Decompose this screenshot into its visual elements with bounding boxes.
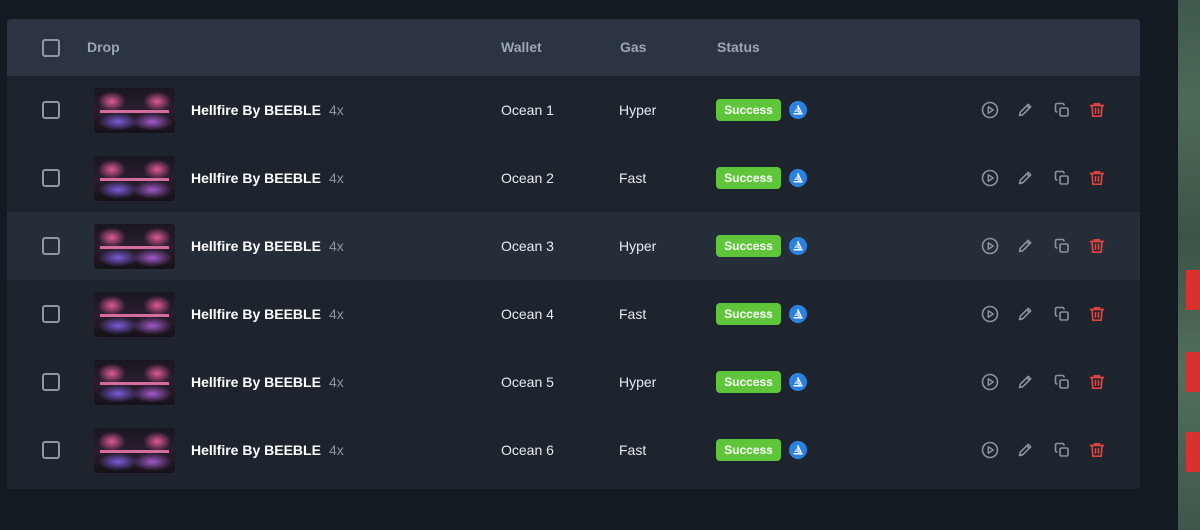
background-strip <box>1178 0 1200 530</box>
status-badge: Success <box>716 99 781 121</box>
wallet-name: Ocean 6 <box>501 442 554 458</box>
copy-icon[interactable] <box>1052 440 1072 460</box>
drop-name: Hellfire By BEEBLE <box>191 238 321 254</box>
gas-mode: Fast <box>619 306 647 322</box>
table-row: Hellfire By BEEBLE 4x Ocean 1 Hyper Succ… <box>7 76 1140 144</box>
table-row: Hellfire By BEEBLE 4x Ocean 3 Hyper Succ… <box>7 212 1140 280</box>
table-row: Hellfire By BEEBLE 4x Ocean 5 Hyper Succ… <box>7 348 1140 416</box>
drop-name: Hellfire By BEEBLE <box>191 102 321 118</box>
row-checkbox[interactable] <box>42 441 60 459</box>
pencil-icon[interactable] <box>1015 236 1035 256</box>
play-icon[interactable] <box>980 372 1000 392</box>
drop-quantity: 4x <box>329 238 344 254</box>
table-body: Hellfire By BEEBLE 4x Ocean 1 Hyper Succ… <box>7 76 1140 484</box>
table-header: Drop Wallet Gas Status <box>7 19 1140 76</box>
copy-icon[interactable] <box>1052 372 1072 392</box>
play-icon[interactable] <box>980 440 1000 460</box>
play-icon[interactable] <box>980 168 1000 188</box>
drop-thumbnail <box>94 292 175 337</box>
column-header-wallet: Wallet <box>501 39 542 55</box>
play-icon[interactable] <box>980 100 1000 120</box>
row-checkbox[interactable] <box>42 237 60 255</box>
opensea-icon <box>789 169 807 187</box>
copy-icon[interactable] <box>1052 304 1072 324</box>
opensea-icon <box>789 441 807 459</box>
column-header-drop: Drop <box>87 39 120 55</box>
trash-icon[interactable] <box>1087 168 1107 188</box>
drop-thumbnail <box>94 156 175 201</box>
pencil-icon[interactable] <box>1015 100 1035 120</box>
drop-thumbnail <box>94 88 175 133</box>
pencil-icon[interactable] <box>1015 304 1035 324</box>
column-header-status: Status <box>717 39 760 55</box>
table-row: Hellfire By BEEBLE 4x Ocean 2 Fast Succe… <box>7 144 1140 212</box>
wallet-name: Ocean 3 <box>501 238 554 254</box>
column-header-gas: Gas <box>620 39 647 55</box>
copy-icon[interactable] <box>1052 168 1072 188</box>
drop-quantity: 4x <box>329 442 344 458</box>
gas-mode: Fast <box>619 170 647 186</box>
wallet-name: Ocean 4 <box>501 306 554 322</box>
drop-quantity: 4x <box>329 102 344 118</box>
wallet-name: Ocean 5 <box>501 374 554 390</box>
copy-icon[interactable] <box>1052 100 1072 120</box>
wallet-name: Ocean 1 <box>501 102 554 118</box>
copy-icon[interactable] <box>1052 236 1072 256</box>
row-checkbox[interactable] <box>42 305 60 323</box>
background-red-block <box>1186 270 1200 310</box>
trash-icon[interactable] <box>1087 372 1107 392</box>
pencil-icon[interactable] <box>1015 372 1035 392</box>
drop-name: Hellfire By BEEBLE <box>191 170 321 186</box>
tasks-table: Drop Wallet Gas Status Hellfire By BEEBL… <box>7 19 1140 489</box>
opensea-icon <box>789 101 807 119</box>
row-checkbox[interactable] <box>42 373 60 391</box>
status-badge: Success <box>716 167 781 189</box>
wallet-name: Ocean 2 <box>501 170 554 186</box>
trash-icon[interactable] <box>1087 440 1107 460</box>
pencil-icon[interactable] <box>1015 168 1035 188</box>
status-badge: Success <box>716 439 781 461</box>
drop-quantity: 4x <box>329 170 344 186</box>
drop-thumbnail <box>94 360 175 405</box>
drop-thumbnail <box>94 428 175 473</box>
row-checkbox[interactable] <box>42 101 60 119</box>
gas-mode: Hyper <box>619 238 657 254</box>
table-row: Hellfire By BEEBLE 4x Ocean 4 Fast Succe… <box>7 280 1140 348</box>
drop-name: Hellfire By BEEBLE <box>191 306 321 322</box>
background-red-block <box>1186 352 1200 392</box>
opensea-icon <box>789 373 807 391</box>
trash-icon[interactable] <box>1087 100 1107 120</box>
opensea-icon <box>789 305 807 323</box>
status-badge: Success <box>716 235 781 257</box>
opensea-icon <box>789 237 807 255</box>
table-row: Hellfire By BEEBLE 4x Ocean 6 Fast Succe… <box>7 416 1140 484</box>
trash-icon[interactable] <box>1087 236 1107 256</box>
status-badge: Success <box>716 303 781 325</box>
background-red-block <box>1186 432 1200 472</box>
gas-mode: Hyper <box>619 102 657 118</box>
drop-thumbnail <box>94 224 175 269</box>
pencil-icon[interactable] <box>1015 440 1035 460</box>
gas-mode: Fast <box>619 442 647 458</box>
play-icon[interactable] <box>980 236 1000 256</box>
status-badge: Success <box>716 371 781 393</box>
select-all-checkbox[interactable] <box>42 39 60 57</box>
trash-icon[interactable] <box>1087 304 1107 324</box>
drop-quantity: 4x <box>329 374 344 390</box>
gas-mode: Hyper <box>619 374 657 390</box>
drop-name: Hellfire By BEEBLE <box>191 374 321 390</box>
row-checkbox[interactable] <box>42 169 60 187</box>
drop-quantity: 4x <box>329 306 344 322</box>
play-icon[interactable] <box>980 304 1000 324</box>
drop-name: Hellfire By BEEBLE <box>191 442 321 458</box>
